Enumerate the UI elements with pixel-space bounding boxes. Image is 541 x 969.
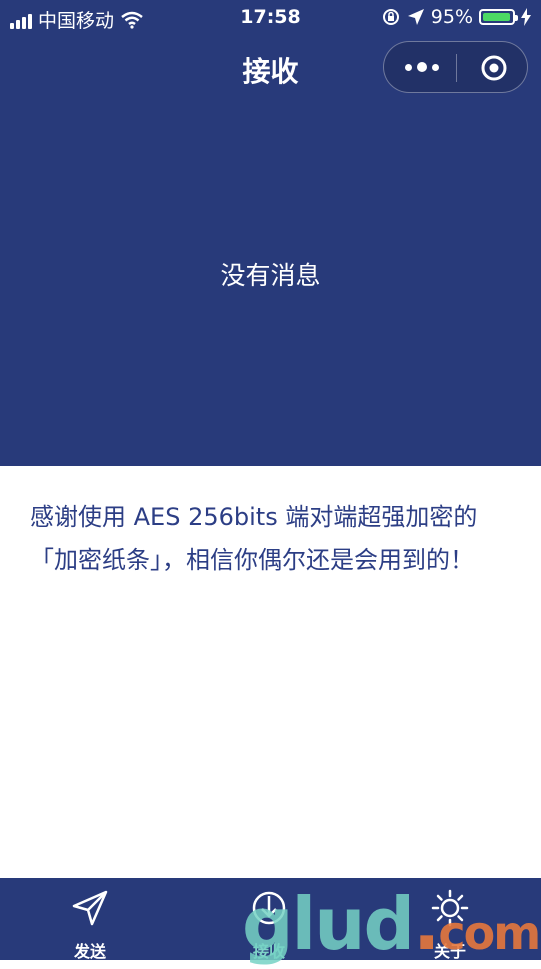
close-capsule-button[interactable]	[480, 54, 508, 82]
more-menu-button[interactable]	[402, 55, 442, 79]
mini-program-capsule	[383, 41, 528, 93]
location-arrow-icon	[407, 9, 424, 25]
capsule-divider	[456, 54, 457, 82]
battery-percent: 95%	[430, 6, 473, 28]
battery-icon	[479, 9, 518, 25]
header-area: 中国移动 17:58 95% 接收 没有消息	[0, 0, 541, 466]
send-icon	[72, 890, 108, 926]
status-bar: 中国移动 17:58 95%	[0, 0, 541, 36]
tab-send[interactable]: 发送	[30, 878, 150, 961]
watermark-dot: .	[413, 882, 440, 966]
watermark-logo: glud.com	[242, 888, 541, 960]
watermark-com: com	[438, 906, 541, 960]
tab-send-label: 发送	[73, 942, 106, 961]
empty-message: 没有消息	[220, 261, 321, 290]
rotation-lock-icon	[382, 9, 399, 25]
notice-text: 感谢使用 AES 256bits 端对端超强加密的「加密纸条」，相信你偶尔还是会…	[30, 503, 478, 574]
charging-bolt-icon	[521, 8, 531, 26]
watermark-main: glud	[242, 882, 415, 966]
status-right: 95%	[381, 6, 531, 28]
